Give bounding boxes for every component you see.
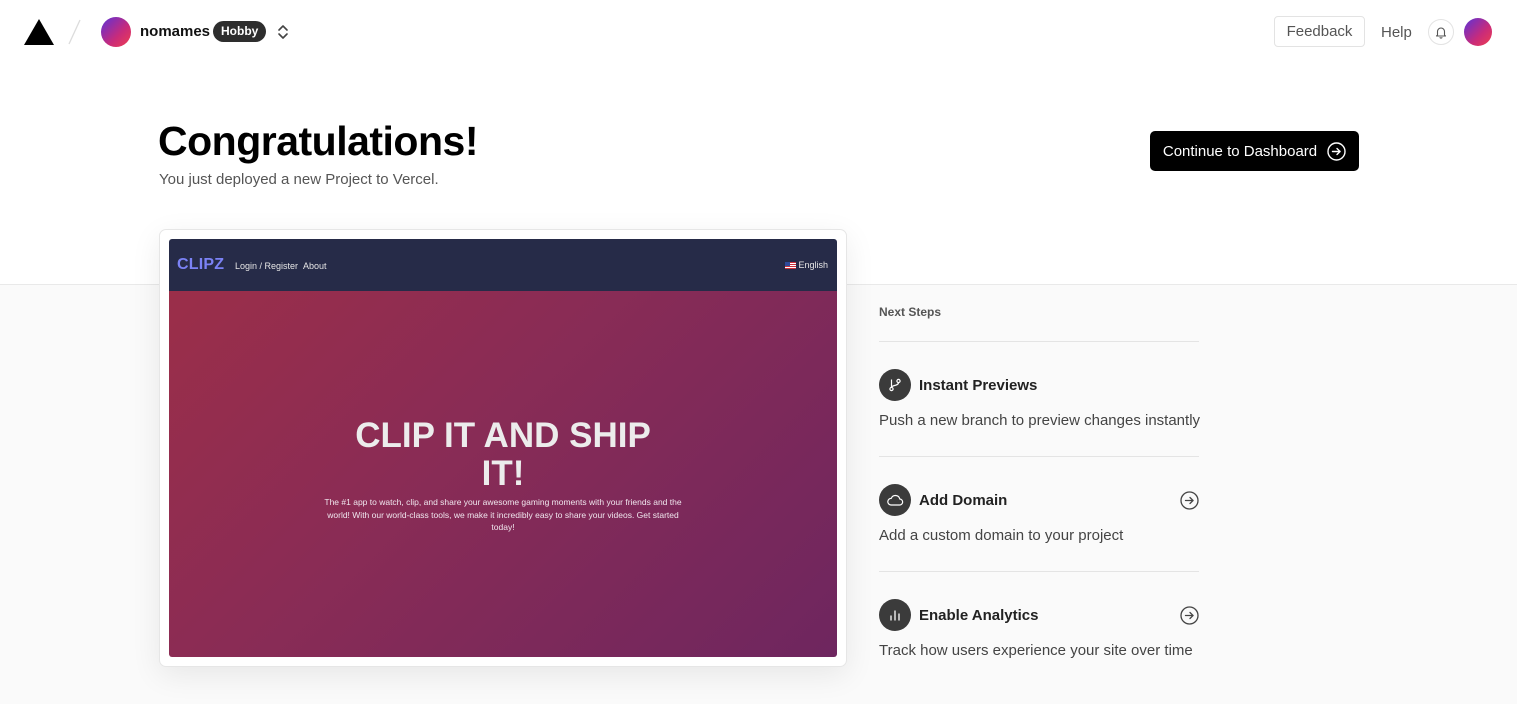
divider bbox=[879, 456, 1199, 457]
top-navigation-bar: nomames Hobby Feedback Help bbox=[0, 0, 1517, 64]
plan-badge: Hobby bbox=[213, 21, 267, 42]
page-subtitle: You just deployed a new Project to Verce… bbox=[159, 171, 439, 188]
next-step-add-domain[interactable]: Add Domain Add a custom domain to your p… bbox=[879, 484, 1199, 564]
user-avatar[interactable] bbox=[1464, 18, 1492, 46]
preview-site-logo: CLIPZ bbox=[177, 256, 225, 273]
arrow-circle-right-icon bbox=[1327, 141, 1346, 161]
next-step-title: Add Domain bbox=[919, 492, 1008, 509]
chevron-up-down-icon[interactable] bbox=[276, 22, 290, 42]
page-title: Congratulations! bbox=[158, 118, 478, 164]
deployment-screenshot[interactable]: CLIPZ Login / Register About English CLI… bbox=[169, 239, 837, 657]
git-branch-icon bbox=[879, 369, 911, 401]
team-name[interactable]: nomames bbox=[140, 23, 210, 40]
preview-site-hero: CLIP IT AND SHIP IT! The #1 app to watch… bbox=[169, 291, 837, 657]
continue-button-label: Continue to Dashboard bbox=[1162, 142, 1318, 160]
breadcrumb-separator-icon bbox=[68, 19, 81, 45]
bell-icon bbox=[1435, 27, 1447, 39]
preview-site-description: The #1 app to watch, clip, and share you… bbox=[324, 497, 682, 532]
continue-to-dashboard-button[interactable]: Continue to Dashboard bbox=[1150, 131, 1359, 171]
team-avatar[interactable] bbox=[101, 17, 131, 47]
divider bbox=[879, 571, 1199, 572]
next-step-enable-analytics[interactable]: Enable Analytics Track how users experie… bbox=[879, 599, 1199, 679]
preview-nav-link-login: Login / Register bbox=[235, 261, 299, 271]
arrow-circle-right-icon[interactable] bbox=[1180, 606, 1199, 625]
preview-site-headline: CLIP IT AND SHIP IT! bbox=[169, 417, 837, 493]
next-step-description: Add a custom domain to your project bbox=[879, 527, 1124, 544]
preview-headline-line-2: IT! bbox=[481, 454, 525, 493]
bar-chart-icon bbox=[879, 599, 911, 631]
notifications-button[interactable] bbox=[1428, 19, 1454, 45]
next-step-title: Enable Analytics bbox=[919, 607, 1039, 624]
help-link[interactable]: Help bbox=[1381, 24, 1412, 41]
deployment-preview-card[interactable]: CLIPZ Login / Register About English CLI… bbox=[159, 229, 847, 667]
next-step-instant-previews[interactable]: Instant Previews Push a new branch to pr… bbox=[879, 369, 1201, 449]
preview-language-selector: English bbox=[785, 260, 828, 270]
preview-nav-link-about: About bbox=[303, 261, 327, 271]
preview-site-navbar: CLIPZ Login / Register About English bbox=[169, 239, 837, 291]
feedback-button[interactable]: Feedback bbox=[1274, 16, 1365, 47]
arrow-circle-right-icon[interactable] bbox=[1180, 491, 1199, 510]
next-step-description: Push a new branch to preview changes ins… bbox=[879, 412, 1201, 429]
preview-language-label: English bbox=[798, 260, 828, 270]
next-step-description: Track how users experience your site ove… bbox=[879, 642, 1193, 659]
cloud-icon bbox=[879, 484, 911, 516]
divider bbox=[879, 341, 1199, 342]
us-flag-icon bbox=[785, 261, 797, 269]
preview-headline-line-1: CLIP IT AND SHIP bbox=[355, 416, 651, 455]
next-steps-title: Next Steps bbox=[879, 305, 942, 319]
vercel-logo-icon[interactable] bbox=[24, 19, 54, 45]
next-step-title: Instant Previews bbox=[919, 377, 1038, 394]
